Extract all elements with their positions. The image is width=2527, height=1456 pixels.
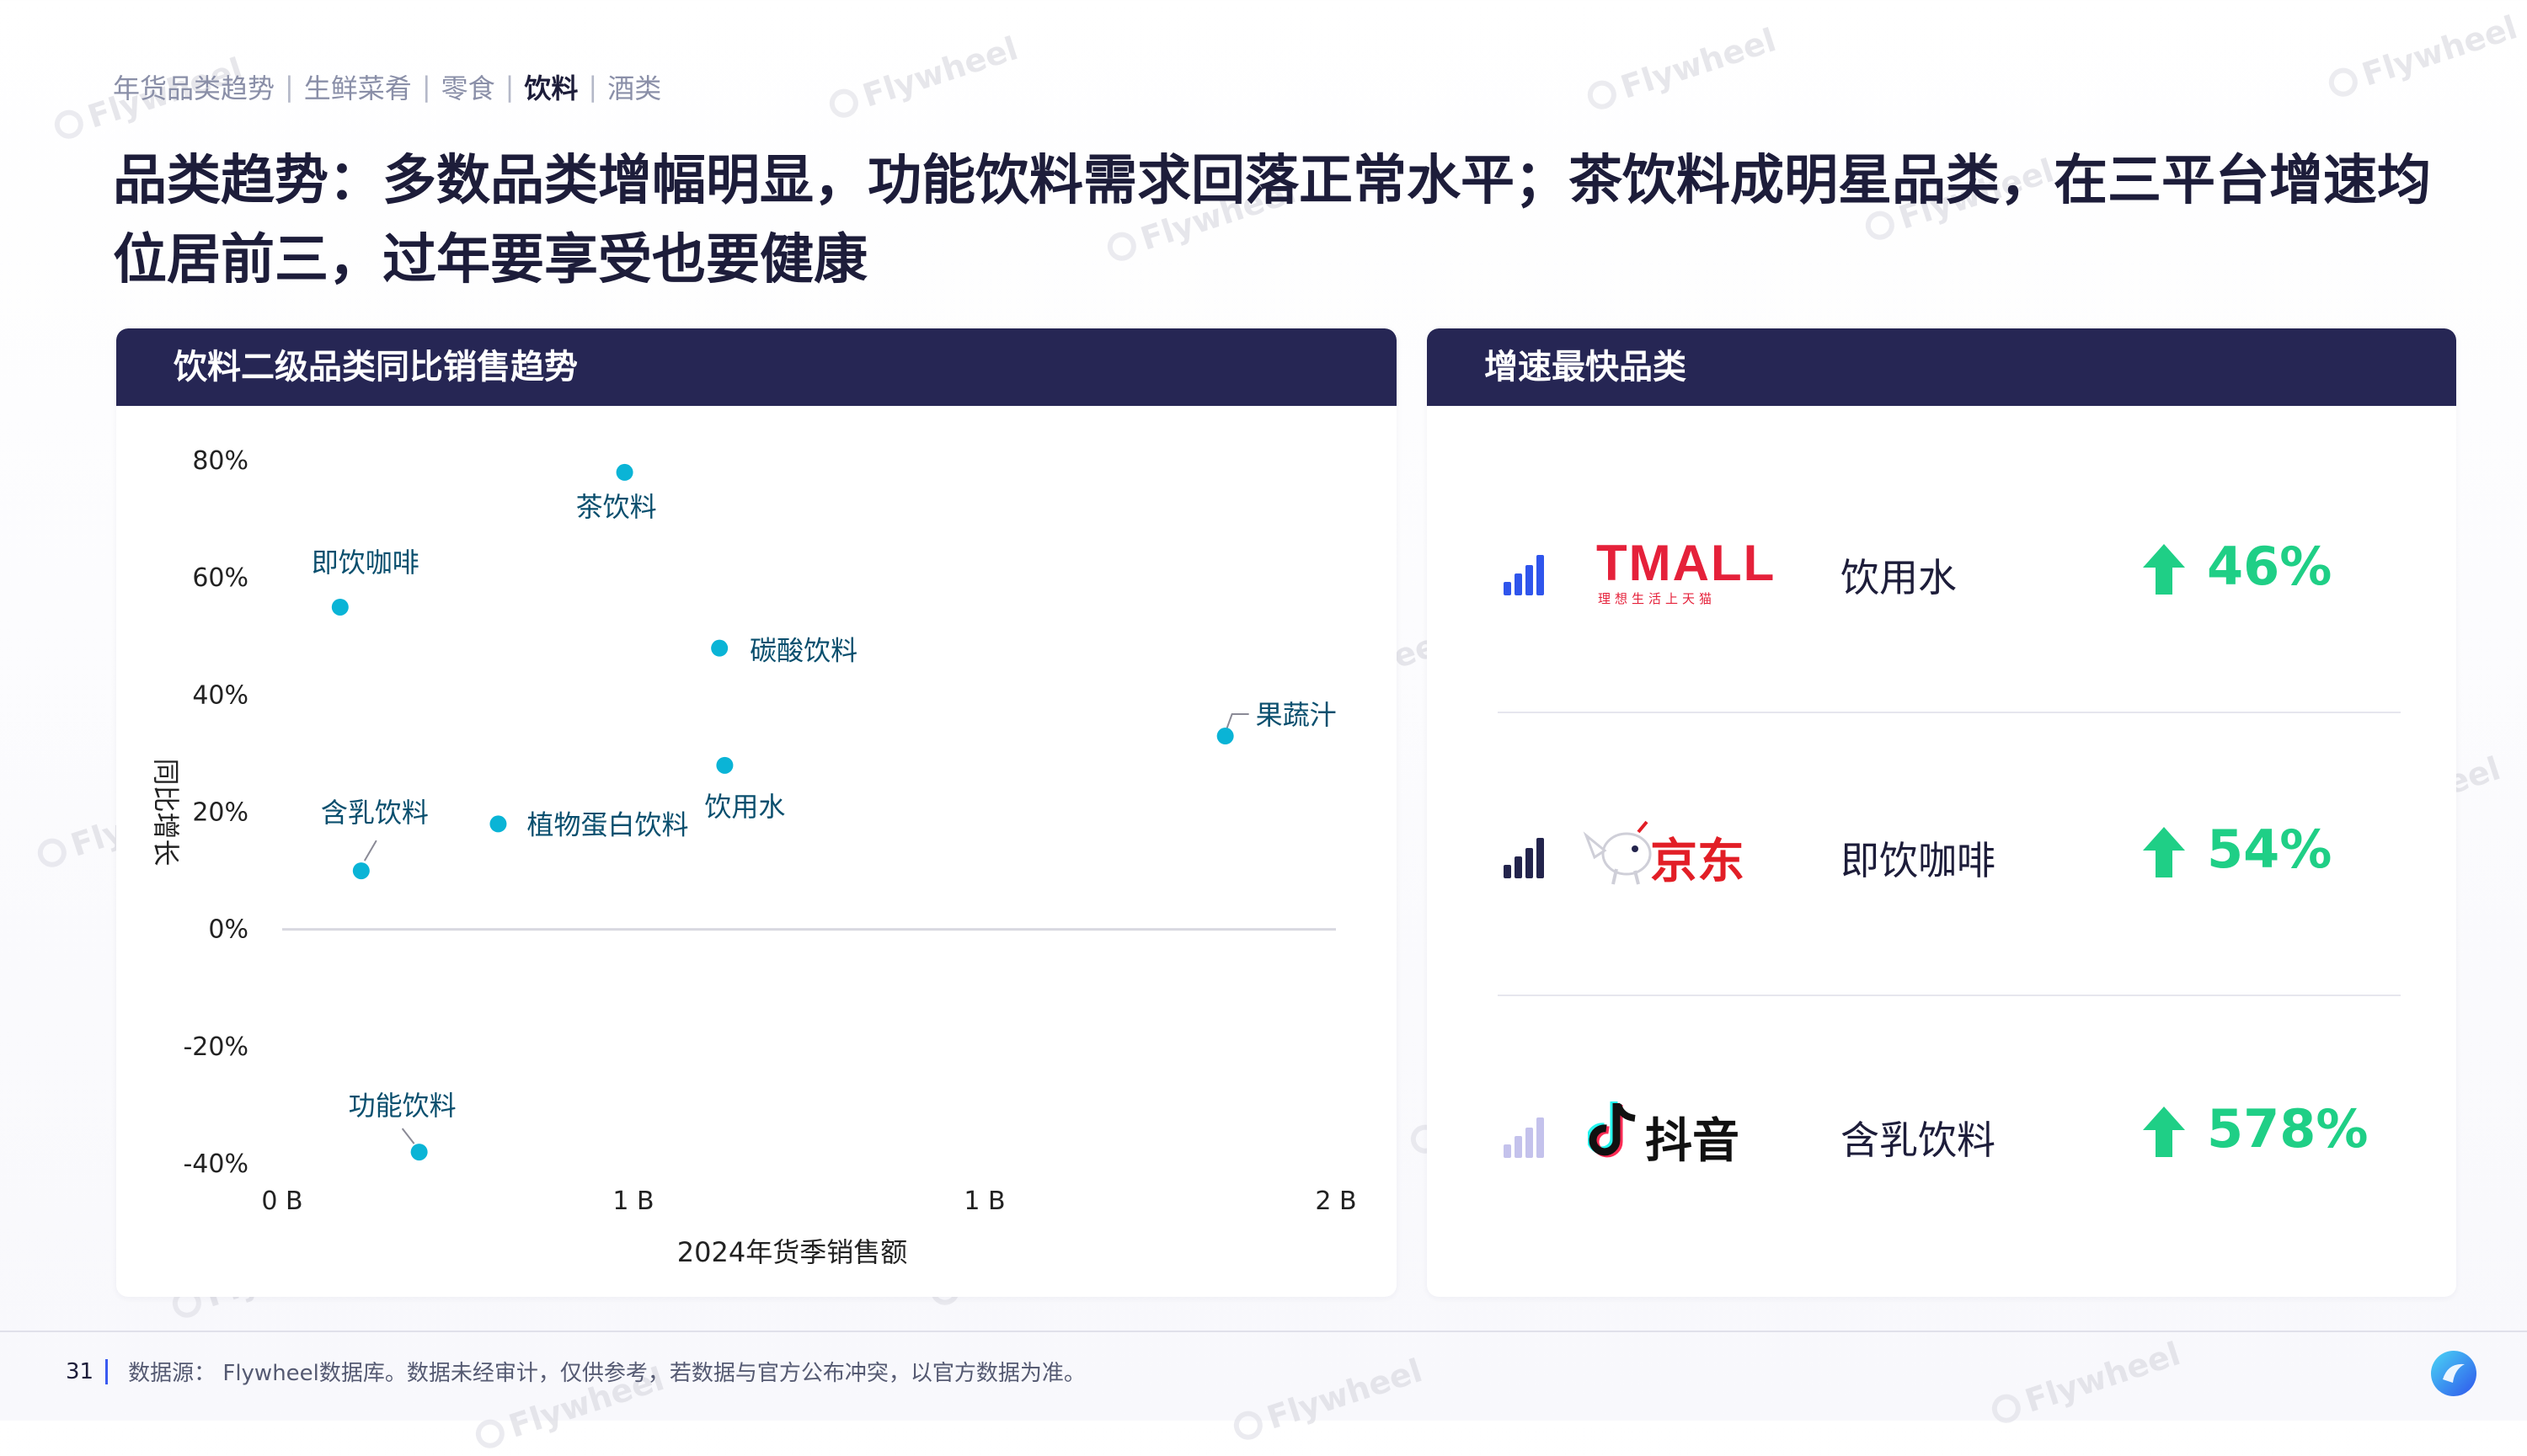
footer: 31 数据源： Flywheel数据库。数据未经审计，仅供参考，若数据与官方公布… — [66, 1356, 1086, 1387]
data-point — [1216, 728, 1234, 745]
breadcrumb-separator: | — [285, 71, 294, 103]
row-divider — [1498, 712, 2401, 713]
up-arrow-icon — [2143, 1107, 2185, 1157]
data-point-label: 碳酸饮料 — [750, 635, 857, 667]
jd-logo: 京东 — [1579, 813, 1756, 889]
data-point — [410, 1144, 428, 1161]
data-point — [489, 815, 507, 833]
jd-dog-icon — [1583, 820, 1652, 885]
data-point-label: 即饮咖啡 — [312, 547, 419, 579]
watermark: Flywheel — [2324, 8, 2522, 104]
signal-bars-icon — [1504, 553, 1554, 595]
data-point-label: 植物蛋白饮料 — [526, 808, 688, 840]
data-point — [711, 639, 729, 657]
footer-accent-bar — [105, 1358, 109, 1384]
fastest-row-tmall: TMALL 理想生活上天猫 饮用水 46% — [1428, 524, 2405, 616]
breadcrumb-item[interactable]: 生鲜菜肴 — [304, 67, 412, 106]
category-label: 含乳饮料 — [1840, 1117, 1995, 1163]
breadcrumb: 年货品类趋势 | 生鲜菜肴 | 零食 | 饮料 | 酒类 — [113, 67, 661, 106]
y-tick-label: 80% — [192, 446, 248, 476]
breadcrumb-separator: | — [588, 71, 598, 103]
watermark: Flywheel — [1987, 1335, 2185, 1431]
data-point — [352, 862, 370, 880]
watermark: Flywheel — [1229, 1352, 1427, 1448]
y-tick-label: 40% — [192, 680, 248, 710]
flywheel-logo-icon — [2429, 1349, 2478, 1398]
data-point-label: 功能饮料 — [349, 1090, 457, 1122]
signal-bars-icon — [1504, 836, 1554, 878]
watermark: Flywheel — [1583, 21, 1781, 117]
data-point-label: 茶饮料 — [576, 491, 657, 523]
scatter-chart: 80% 60% 40% 20% 0% -20% -40% 0 B 1 B 1 B 2 B 2024年货… — [150, 446, 1357, 1268]
x-tick-label: 2 B — [1315, 1187, 1356, 1216]
fastest-panel-header: 增速最快品类 — [1427, 328, 2456, 406]
y-tick-label: -20% — [183, 1032, 248, 1062]
breadcrumb-separator: | — [505, 71, 515, 103]
data-source-note: 数据源： Flywheel数据库。数据未经审计，仅供参考，若数据与官方公布冲突，… — [128, 1361, 1086, 1386]
fastest-row-douyin: 抖音 含乳饮料 578% — [1428, 1086, 2405, 1179]
y-tick-label: -40% — [183, 1149, 248, 1179]
breadcrumb-item[interactable]: 酒类 — [607, 67, 661, 106]
breadcrumb-item[interactable]: 年货品类趋势 — [113, 67, 275, 106]
growth-value: 46% — [2207, 536, 2332, 597]
label-leader-line — [401, 1128, 415, 1144]
watermark: Flywheel — [825, 29, 1023, 125]
y-tick-label: 0% — [208, 915, 248, 945]
y-axis-label: 同比增长 — [150, 758, 182, 866]
data-point-label: 含乳饮料 — [321, 797, 429, 829]
scatter-panel-header: 饮料二级品类同比销售趋势 — [116, 328, 1397, 406]
breadcrumb-item[interactable]: 零食 — [441, 67, 495, 106]
signal-bars-icon — [1504, 1116, 1554, 1158]
fastest-row-jd: 京东 即饮咖啡 54% — [1428, 807, 2405, 899]
douyin-logo: 抖音 — [1588, 1098, 1765, 1169]
data-point — [716, 756, 734, 774]
category-label: 即饮咖啡 — [1840, 838, 1995, 883]
douyin-note-icon — [1588, 1101, 1636, 1158]
tmall-logo: TMALL 理想生活上天猫 — [1596, 535, 1776, 607]
data-point-label: 饮用水 — [704, 791, 785, 823]
label-leader-line — [363, 840, 377, 861]
data-point-label: 果蔬汁 — [1256, 699, 1337, 731]
up-arrow-icon — [2143, 544, 2185, 595]
y-tick-label: 60% — [192, 563, 248, 593]
data-point — [616, 463, 633, 481]
x-tick-label: 1 B — [612, 1187, 654, 1216]
data-point — [331, 598, 349, 616]
y-tick-label: 20% — [192, 798, 248, 828]
row-divider — [1498, 995, 2401, 996]
x-axis-label: 2024年货季销售额 — [677, 1236, 907, 1268]
up-arrow-icon — [2143, 827, 2185, 877]
growth-value: 54% — [2207, 819, 2332, 880]
x-tick-label: 1 B — [964, 1187, 1005, 1216]
growth-value: 578% — [2207, 1098, 2369, 1160]
page-title: 品类趋势：多数品类增幅明显，功能饮料需求回落正常水平；茶饮料成明星品类，在三平台… — [113, 150, 2431, 291]
x-tick-label: 0 B — [261, 1187, 302, 1216]
category-label: 饮用水 — [1840, 555, 1957, 600]
footer-divider — [0, 1331, 2527, 1332]
page-number: 31 — [66, 1358, 94, 1384]
breadcrumb-item-active[interactable]: 饮料 — [524, 67, 578, 106]
breadcrumb-separator: | — [421, 71, 431, 103]
